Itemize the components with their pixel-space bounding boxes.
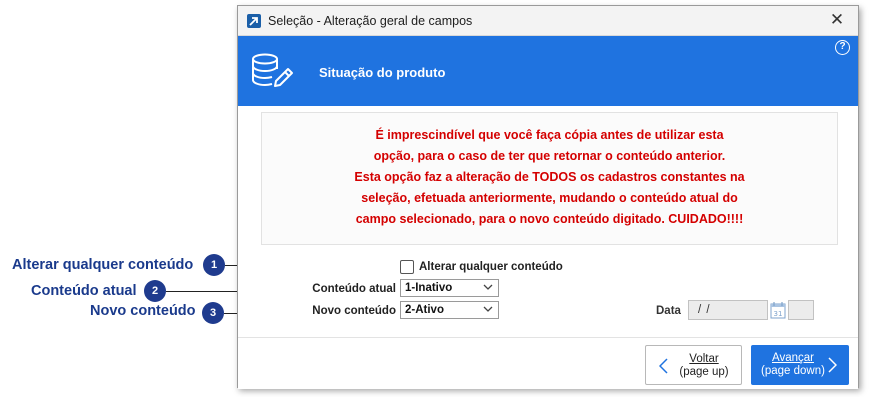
callout-current-content-label: Conteúdo atual — [31, 283, 137, 299]
alter-any-checkbox[interactable] — [400, 260, 414, 274]
chevron-down-icon — [483, 284, 493, 290]
warning-line: Esta opção faz a alteração de TODOS os c… — [354, 170, 745, 184]
back-button-line2: (page up) — [679, 366, 729, 378]
new-content-value: 2-Ativo — [405, 304, 444, 316]
warning-line: opção, para o caso de ter que retornar o… — [373, 149, 726, 163]
back-button-line1: Voltar — [689, 353, 719, 365]
window-title: Seleção - Alteração geral de campos — [268, 14, 473, 28]
date-input[interactable]: / / — [688, 300, 768, 320]
chevron-down-icon — [483, 306, 493, 312]
database-edit-icon — [251, 53, 295, 94]
svg-text:31: 31 — [774, 310, 783, 318]
new-content-select[interactable]: 2-Ativo — [400, 301, 499, 319]
date-value: / / — [698, 304, 711, 316]
callout-alter-any-label: Alterar qualquer conteúdo — [12, 257, 194, 273]
title-bar: Seleção - Alteração geral de campos ✕ — [238, 6, 858, 36]
callout-badge-1: 1 — [203, 254, 225, 276]
dialog-footer: Voltar (page up) Avançar (page down) — [238, 337, 858, 389]
current-content-select[interactable]: 1-Inativo — [400, 279, 499, 297]
arrow-app-icon — [247, 14, 261, 28]
next-button-label: Avançar (page down) — [758, 352, 828, 378]
back-button-label: Voltar (page up) — [679, 353, 729, 379]
chevron-left-icon — [659, 358, 668, 374]
current-content-value: 1-Inativo — [405, 282, 453, 294]
callout-badge-2: 2 — [144, 280, 166, 302]
current-content-label: Conteúdo atual — [312, 283, 396, 295]
banner-title: Situação do produto — [319, 65, 446, 80]
alter-any-label[interactable]: Alterar qualquer conteúdo — [419, 261, 563, 273]
warning-line: É imprescindível que você faça cópia ant… — [375, 128, 724, 142]
warning-panel: É imprescindível que você faça cópia ant… — [261, 112, 838, 245]
help-icon[interactable]: ? — [835, 40, 850, 55]
warning-message: É imprescindível que você faça cópia ant… — [262, 125, 837, 230]
next-button[interactable]: Avançar (page down) — [751, 345, 849, 385]
calendar-icon[interactable]: 31 — [770, 301, 786, 319]
callout-badge-3: 3 — [202, 302, 224, 324]
warning-line: seleção, efetuada anteriormente, mudando… — [361, 191, 738, 205]
dialog-window: Seleção - Alteração geral de campos ✕ Si… — [237, 5, 859, 389]
next-button-line1: Avançar — [772, 352, 814, 364]
date-extra-field[interactable] — [788, 300, 814, 320]
chevron-right-icon — [828, 357, 837, 373]
back-button[interactable]: Voltar (page up) — [645, 345, 742, 385]
header-banner: Situação do produto ? — [238, 36, 858, 106]
warning-line: campo selecionado, para o novo conteúdo … — [355, 212, 744, 226]
callout-new-content-label: Novo conteúdo — [90, 303, 196, 319]
date-label: Data — [656, 305, 681, 317]
close-icon[interactable]: ✕ — [828, 11, 846, 29]
new-content-label: Novo conteúdo — [312, 305, 396, 317]
next-button-line2: (page down) — [761, 365, 825, 377]
